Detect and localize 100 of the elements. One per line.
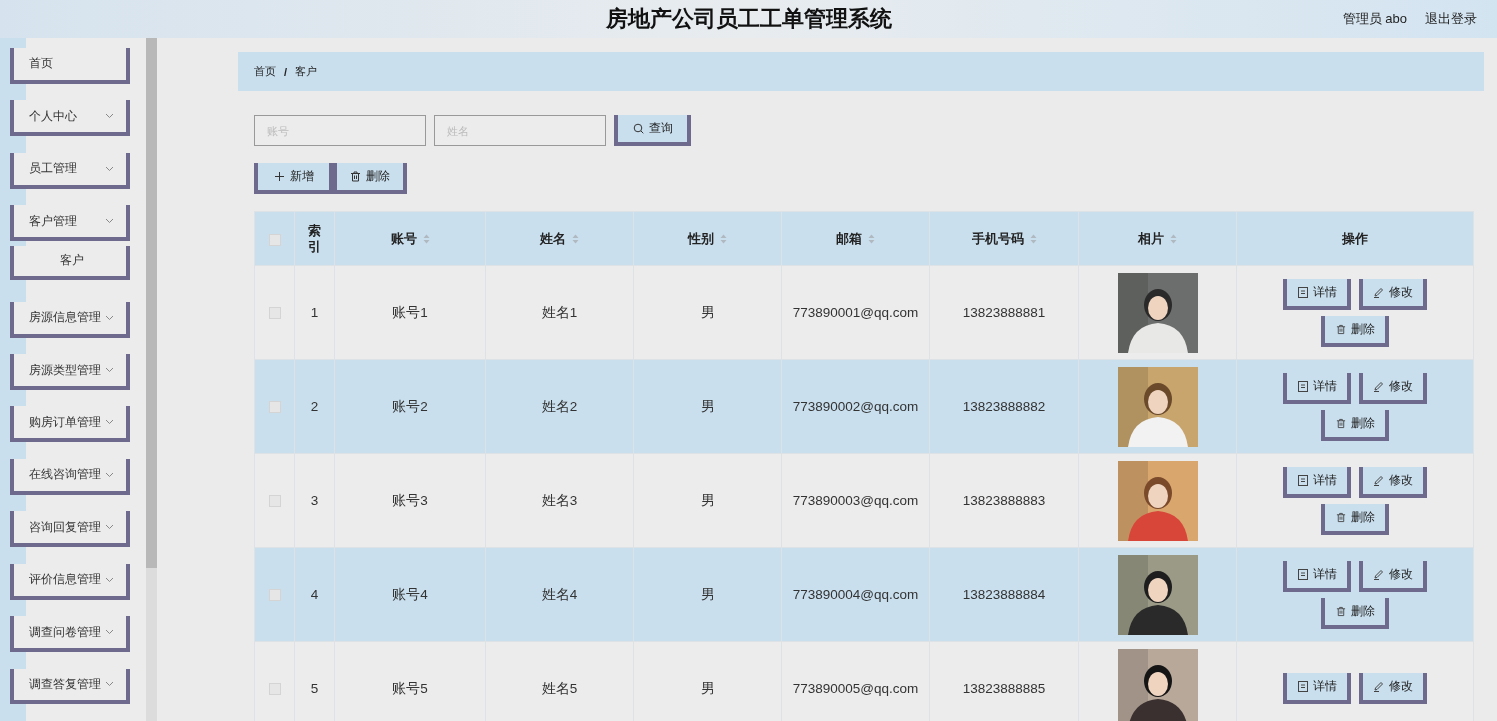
details-button[interactable]: 详情 [1283, 278, 1351, 310]
logout-link[interactable]: 退出登录 [1425, 10, 1477, 28]
details-button[interactable]: 详情 [1283, 372, 1351, 404]
edit-button[interactable]: 修改 [1359, 278, 1427, 310]
table-cell: 姓名3 [541, 492, 578, 508]
document-icon [1297, 380, 1308, 392]
table-cell: 3 [310, 493, 319, 508]
user-label: 管理员 abo [1342, 10, 1407, 28]
table-cell: 1 [310, 305, 319, 320]
pencil-icon [1373, 380, 1384, 392]
edit-button[interactable]: 修改 [1359, 466, 1427, 498]
sidebar-item[interactable]: 首页 [10, 48, 130, 84]
table-cell: 4 [310, 587, 319, 602]
document-icon [1297, 568, 1308, 580]
chevron-icon [105, 165, 114, 172]
pencil-icon [1373, 568, 1384, 580]
select-all-checkbox[interactable] [268, 233, 281, 246]
sidebar-item[interactable]: 房源类型管理 [10, 354, 130, 390]
table-cell: 账号4 [392, 586, 428, 602]
trash-icon [1335, 511, 1346, 523]
column-header: 姓名 [540, 229, 566, 248]
sidebar-subitem[interactable]: 客户 [10, 245, 130, 280]
table-row[interactable]: 3 账号3 姓名3 男 773890003@qq.com 13823888883 详情 修改 删除 [254, 453, 1474, 548]
edit-button[interactable]: 修改 [1359, 560, 1427, 592]
table-cell: 男 [700, 398, 715, 414]
details-button[interactable]: 详情 [1283, 560, 1351, 592]
column-header: 性别 [688, 229, 714, 248]
trash-icon [1335, 417, 1346, 429]
table-cell: 2 [310, 399, 319, 414]
table-cell: 账号5 [392, 680, 428, 696]
app-title: 房地产公司员工工单管理系统 [605, 5, 892, 33]
sidebar-item[interactable]: 个人中心 [10, 100, 130, 137]
table-cell: 男 [700, 492, 715, 508]
table-row[interactable]: 1 账号1 姓名1 男 773890001@qq.com 13823888881 详情 修改 删除 [254, 265, 1474, 360]
delete-button[interactable]: 删除 [333, 163, 407, 194]
sidebar-item[interactable]: 评价信息管理 [10, 563, 130, 600]
column-header: 索引 [307, 222, 322, 255]
column-header: 相片 [1138, 229, 1164, 248]
table-cell: 姓名2 [541, 398, 578, 414]
breadcrumb-separator: / [284, 65, 288, 78]
delete-button[interactable]: 删除 [1321, 503, 1389, 535]
delete-button[interactable]: 删除 [1321, 315, 1389, 347]
document-icon [1297, 474, 1308, 486]
chevron-icon [105, 218, 114, 225]
sort-icon[interactable] [1170, 233, 1177, 244]
table-cell: 5 [310, 681, 319, 696]
edit-button[interactable]: 修改 [1359, 673, 1427, 704]
edit-button[interactable]: 修改 [1359, 372, 1427, 404]
column-header: 手机号码 [971, 229, 1024, 248]
add-button[interactable]: 新增 [254, 163, 333, 194]
column-header: 操作 [1342, 229, 1368, 248]
chevron-icon [105, 367, 114, 373]
scrollbar[interactable] [146, 38, 157, 721]
sidebar-item[interactable]: 员工管理 [10, 152, 130, 189]
sidebar-item[interactable]: 调查答复管理 [10, 668, 130, 705]
table-cell: 13823888885 [962, 681, 1046, 696]
chevron-icon [105, 629, 114, 636]
chevron-icon [105, 576, 114, 583]
table-cell: 773890001@qq.com [792, 305, 919, 320]
sidebar-item[interactable]: 在线咨询管理 [10, 458, 130, 495]
trash-icon [350, 171, 361, 182]
table-cell: 13823888881 [962, 305, 1046, 320]
row-checkbox[interactable] [268, 589, 281, 602]
delete-button[interactable]: 删除 [1321, 597, 1389, 629]
row-checkbox[interactable] [268, 683, 281, 696]
sort-icon[interactable] [572, 233, 579, 244]
chevron-icon [105, 471, 114, 478]
sidebar-item[interactable]: 咨询回复管理 [10, 511, 130, 548]
row-checkbox[interactable] [268, 495, 281, 508]
sort-icon[interactable] [868, 233, 875, 244]
table-cell: 姓名4 [541, 586, 578, 602]
trash-icon [1335, 323, 1346, 335]
table-row[interactable]: 4 账号4 姓名4 男 773890004@qq.com 13823888884 详情 修改 删除 [254, 547, 1474, 642]
table-cell: 773890003@qq.com [792, 493, 919, 508]
chevron-icon [105, 524, 114, 531]
trash-icon [1335, 605, 1346, 617]
sort-icon[interactable] [1029, 233, 1037, 244]
sort-icon[interactable] [422, 233, 430, 244]
breadcrumb-link[interactable]: 客户 [295, 64, 318, 79]
search-button[interactable]: 查询 [614, 115, 691, 146]
sidebar-item[interactable]: 购房订单管理 [10, 406, 130, 443]
breadcrumb-link[interactable]: 首页 [254, 64, 276, 79]
sidebar-item[interactable]: 调查问卷管理 [10, 616, 130, 652]
details-button[interactable]: 详情 [1283, 466, 1351, 498]
plus-icon [273, 171, 285, 182]
delete-button[interactable]: 删除 [1321, 409, 1389, 441]
row-checkbox[interactable] [268, 307, 281, 320]
sidebar-item[interactable]: 房源信息管理 [10, 301, 130, 338]
table-row[interactable]: 2 账号2 姓名2 男 773890002@qq.com 13823888882 详情 修改 删除 [254, 359, 1474, 454]
sort-icon[interactable] [720, 233, 727, 244]
chevron-icon [105, 419, 114, 426]
details-button[interactable]: 详情 [1283, 673, 1351, 704]
table-cell: 姓名1 [541, 304, 578, 320]
table-cell: 账号1 [392, 304, 428, 320]
table-cell: 773890004@qq.com [792, 587, 919, 602]
table-row[interactable]: 5 账号5 姓名5 男 773890005@qq.com 13823888885 详情 修改 [254, 641, 1474, 721]
table-cell: 男 [700, 680, 715, 696]
column-header: 账号 [390, 229, 417, 248]
sidebar-item[interactable]: 客户管理 [10, 205, 130, 242]
row-checkbox[interactable] [268, 401, 281, 414]
